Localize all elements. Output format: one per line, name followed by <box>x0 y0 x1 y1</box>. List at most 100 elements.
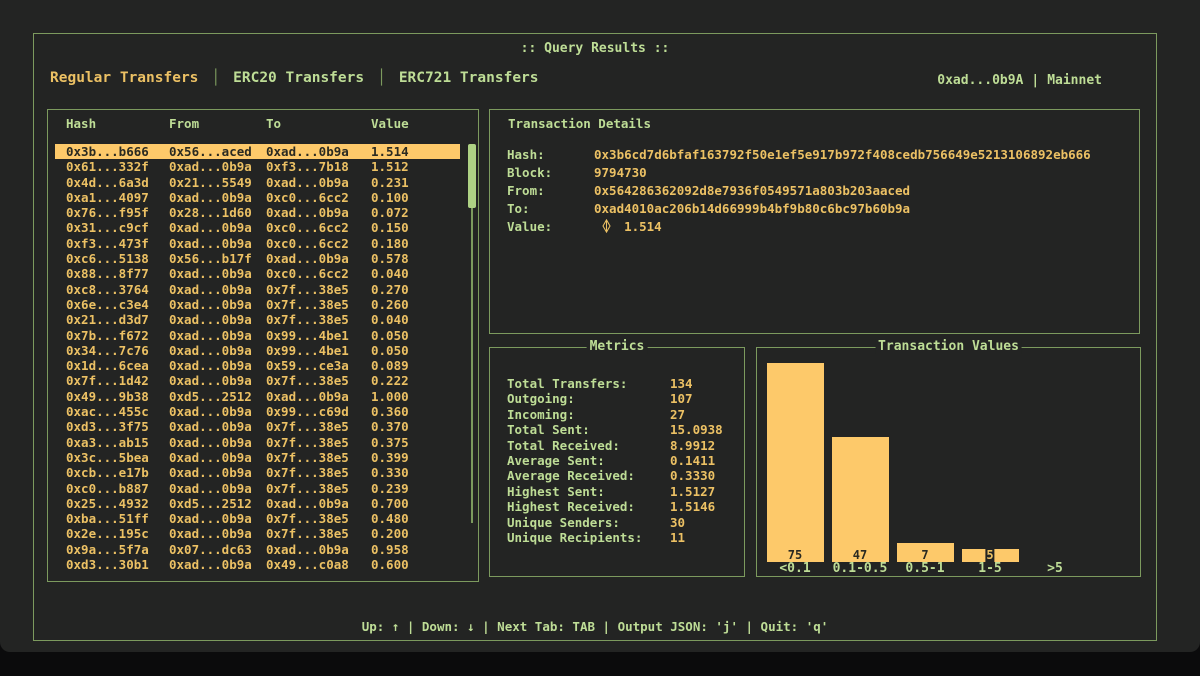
cell-to: 0x59...ce3a <box>266 358 349 373</box>
cell-from: 0xad...0b9a <box>169 404 252 419</box>
account-address: 0xad...0b9A <box>937 73 1023 88</box>
cell-to: 0x7f...38e5 <box>266 312 349 327</box>
detail-value: 0x3b6cd7d6bfaf163792f50e1ef5e917b972f408… <box>594 147 1091 162</box>
cell-value: 0.072 <box>371 205 409 220</box>
table-row[interactable]: 0x4d...6a3d 0x21...5549 0xad...0b9a 0.23… <box>55 175 460 190</box>
tab-erc20-transfers[interactable]: ERC20 Transfers <box>233 70 364 86</box>
column-header-from: From <box>169 116 199 131</box>
cell-to: 0x7f...38e5 <box>266 526 349 541</box>
table-row[interactable]: 0xc0...b887 0xad...0b9a 0x7f...38e5 0.23… <box>55 481 460 496</box>
metric-value: 1.5146 <box>670 499 715 514</box>
metrics-panel: Metrics Total Transfers:134Outgoing:107I… <box>489 347 745 577</box>
cell-hash: 0xa3...ab15 <box>66 435 149 450</box>
table-row[interactable]: 0x49...9b38 0xd5...2512 0xad...0b9a 1.00… <box>55 389 460 404</box>
cell-hash: 0x34...7c76 <box>66 343 149 358</box>
cell-to: 0xad...0b9a <box>266 205 349 220</box>
table-row[interactable]: 0x1d...6cea 0xad...0b9a 0x59...ce3a 0.08… <box>55 358 460 373</box>
table-row[interactable]: 0x3b...b666 0x56...aced 0xad...0b9a 1.51… <box>55 144 460 159</box>
cell-from: 0xad...0b9a <box>169 465 252 480</box>
table-row[interactable]: 0x88...8f77 0xad...0b9a 0xc0...6cc2 0.04… <box>55 266 460 281</box>
table-row[interactable]: 0xa1...4097 0xad...0b9a 0xc0...6cc2 0.10… <box>55 190 460 205</box>
table-row[interactable]: 0xac...455c 0xad...0b9a 0x99...c69d 0.36… <box>55 404 460 419</box>
bar-category-label: >5 <box>1023 562 1088 575</box>
table-row[interactable]: 0x21...d3d7 0xad...0b9a 0x7f...38e5 0.04… <box>55 312 460 327</box>
network-badge: Mainnet <box>1047 73 1102 88</box>
table-row[interactable]: 0x7b...f672 0xad...0b9a 0x99...4be1 0.05… <box>55 328 460 343</box>
table-row[interactable]: 0x7f...1d42 0xad...0b9a 0x7f...38e5 0.22… <box>55 373 460 388</box>
chart-bar: 7 <box>897 543 954 562</box>
column-header-value: Value <box>371 116 409 131</box>
cell-to: 0x99...4be1 <box>266 343 349 358</box>
cell-value: 0.040 <box>371 312 409 327</box>
cell-from: 0xad...0b9a <box>169 266 252 281</box>
cell-value: 0.231 <box>371 175 409 190</box>
metric-value: 30 <box>670 515 685 530</box>
table-row[interactable]: 0x34...7c76 0xad...0b9a 0x99...4be1 0.05… <box>55 343 460 358</box>
table-row[interactable]: 0xba...51ff 0xad...0b9a 0x7f...38e5 0.48… <box>55 511 460 526</box>
metric-row: Unique Senders:30 <box>507 515 738 530</box>
app-frame: :: Query Results :: Regular Transfers│ER… <box>33 33 1157 641</box>
metric-row: Highest Received:1.5146 <box>507 499 738 514</box>
detail-row: Block:9794730 <box>507 164 1131 182</box>
detail-label: Block: <box>507 164 594 182</box>
metric-label: Outgoing: <box>507 391 575 406</box>
table-row[interactable]: 0x9a...5f7a 0x07...dc63 0xad...0b9a 0.95… <box>55 542 460 557</box>
cell-value: 1.512 <box>371 159 409 174</box>
cell-from: 0xad...0b9a <box>169 435 252 450</box>
table-header: Hash From To Value <box>48 116 478 132</box>
cell-from: 0xad...0b9a <box>169 419 252 434</box>
cell-to: 0xc0...6cc2 <box>266 190 349 205</box>
cell-hash: 0x6e...c3e4 <box>66 297 149 312</box>
cell-hash: 0xd3...3f75 <box>66 419 149 434</box>
cell-value: 0.180 <box>371 236 409 251</box>
metric-value: 0.1411 <box>670 453 715 468</box>
metric-value: 134 <box>670 376 693 391</box>
metric-label: Total Transfers: <box>507 376 627 391</box>
chart-bar: 75 <box>767 363 824 562</box>
cell-from: 0xad...0b9a <box>169 190 252 205</box>
table-row[interactable]: 0x25...4932 0xd5...2512 0xad...0b9a 0.70… <box>55 496 460 511</box>
cell-from: 0xad...0b9a <box>169 373 252 388</box>
cell-from: 0xad...0b9a <box>169 159 252 174</box>
bar-category-label: <0.1 <box>763 562 828 575</box>
detail-label: Value: <box>507 218 594 236</box>
metric-label: Average Received: <box>507 468 635 483</box>
cell-hash: 0xc8...3764 <box>66 282 149 297</box>
cell-from: 0x56...aced <box>169 144 252 159</box>
table-row[interactable]: 0x31...c9cf 0xad...0b9a 0xc0...6cc2 0.15… <box>55 220 460 235</box>
tab-separator: │ <box>211 70 220 86</box>
detail-value: 0x564286362092d8e7936f0549571a803b203aac… <box>594 183 910 198</box>
detail-row: To:0xad4010ac206b14d66999b4bf9b80c6bc97b… <box>507 200 1131 218</box>
cell-to: 0x7f...38e5 <box>266 373 349 388</box>
table-row[interactable]: 0x3c...5bea 0xad...0b9a 0x7f...38e5 0.39… <box>55 450 460 465</box>
tab-regular-transfers[interactable]: Regular Transfers <box>50 70 198 86</box>
scrollbar-thumb[interactable] <box>468 144 476 208</box>
cell-hash: 0x31...c9cf <box>66 220 149 235</box>
metric-value: 1.5127 <box>670 484 715 499</box>
cell-hash: 0x49...9b38 <box>66 389 149 404</box>
cell-from: 0xd5...2512 <box>169 496 252 511</box>
transfers-table-panel: Hash From To Value 0x3b...b666 0x56...ac… <box>47 109 479 582</box>
table-row[interactable]: 0x6e...c3e4 0xad...0b9a 0x7f...38e5 0.26… <box>55 297 460 312</box>
table-row[interactable]: 0x76...f95f 0x28...1d60 0xad...0b9a 0.07… <box>55 205 460 220</box>
cell-value: 0.050 <box>371 343 409 358</box>
cell-hash: 0x3b...b666 <box>66 144 149 159</box>
metric-value: 107 <box>670 391 693 406</box>
cell-value: 0.150 <box>371 220 409 235</box>
table-row[interactable]: 0xa3...ab15 0xad...0b9a 0x7f...38e5 0.37… <box>55 435 460 450</box>
table-row[interactable]: 0xc8...3764 0xad...0b9a 0x7f...38e5 0.27… <box>55 282 460 297</box>
table-row[interactable]: 0xc6...5138 0x56...b17f 0xad...0b9a 0.57… <box>55 251 460 266</box>
metric-row: Total Transfers: 134 <box>507 376 738 391</box>
cell-hash: 0x7b...f672 <box>66 328 149 343</box>
table-row[interactable]: 0xd3...30b1 0xad...0b9a 0x49...c0a8 0.60… <box>55 557 460 572</box>
cell-from: 0xad...0b9a <box>169 358 252 373</box>
tab-erc721-transfers[interactable]: ERC721 Transfers <box>399 70 539 86</box>
table-row[interactable]: 0xf3...473f 0xad...0b9a 0xc0...6cc2 0.18… <box>55 236 460 251</box>
account-line: 0xad...0b9A | Mainnet <box>937 73 1102 88</box>
cell-value: 0.370 <box>371 419 409 434</box>
transaction-values-chart-panel: Transaction Values 75<0.1470.1-0.570.5-1… <box>756 347 1141 577</box>
table-row[interactable]: 0x2e...195c 0xad...0b9a 0x7f...38e5 0.20… <box>55 526 460 541</box>
table-row[interactable]: 0x61...332f 0xad...0b9a 0xf3...7b18 1.51… <box>55 159 460 174</box>
table-row[interactable]: 0xcb...e17b 0xad...0b9a 0x7f...38e5 0.33… <box>55 465 460 480</box>
table-row[interactable]: 0xd3...3f75 0xad...0b9a 0x7f...38e5 0.37… <box>55 419 460 434</box>
